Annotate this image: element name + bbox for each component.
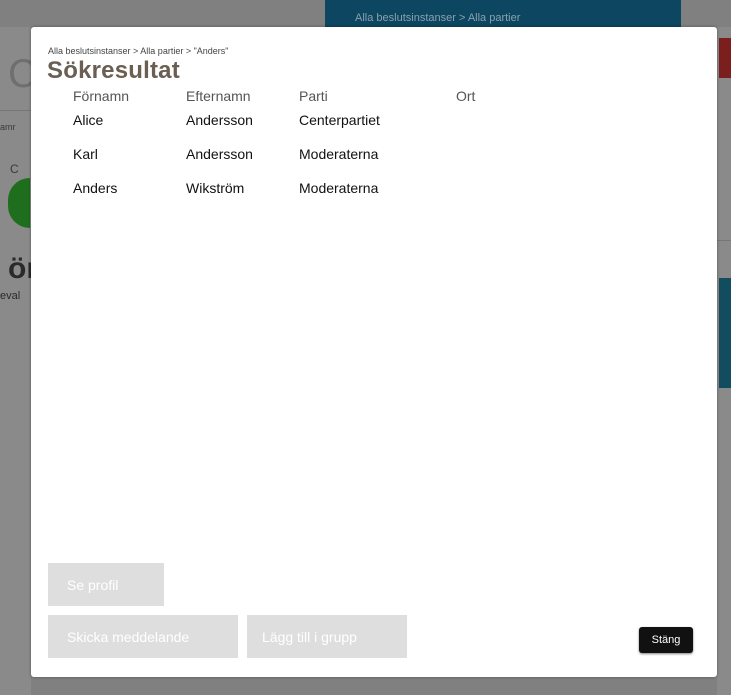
cell-party: Moderaterna [299, 146, 379, 162]
background-divider [717, 240, 731, 241]
background-fragment: C [10, 162, 19, 176]
add-to-group-button[interactable]: Lägg till i grupp [247, 615, 407, 658]
column-header-lastname: Efternamn [186, 88, 251, 104]
cell-lastname: Wikström [186, 180, 245, 196]
search-results-modal: Alla beslutsinstanser > Alla partier > "… [31, 27, 717, 677]
background-red-block [719, 38, 731, 78]
send-message-button[interactable]: Skicka meddelande [48, 615, 238, 658]
background-teal-block [719, 278, 731, 388]
column-header-city: Ort [456, 88, 476, 104]
page-title: Sökresultat [47, 57, 180, 84]
cell-lastname: Andersson [186, 146, 253, 162]
background-breadcrumb: Alla beslutsinstanser > Alla partier [355, 12, 521, 24]
background-fragment: eval [0, 290, 21, 302]
breadcrumb: Alla beslutsinstanser > Alla partier > "… [48, 46, 229, 56]
cell-party: Moderaterna [299, 180, 379, 196]
background-topbar: Alla beslutsinstanser > Alla partier [325, 0, 681, 27]
column-header-firstname: Förnamn [73, 88, 130, 104]
cell-party: Centerpartiet [299, 112, 380, 128]
cell-firstname: Anders [73, 180, 118, 196]
cell-lastname: Andersson [186, 112, 253, 128]
table-row[interactable]: Karl Andersson Moderaterna [47, 146, 547, 176]
view-profile-button[interactable]: Se profil [48, 563, 164, 606]
close-button[interactable]: Stäng [639, 627, 693, 653]
background-divider [0, 110, 31, 111]
column-header-party: Parti [299, 88, 328, 104]
cell-firstname: Alice [73, 112, 104, 128]
table-row[interactable]: Alice Andersson Centerpartiet [47, 112, 547, 142]
table-row[interactable]: Anders Wikström Moderaterna [47, 180, 547, 210]
background-fragment: amr [0, 122, 16, 132]
cell-firstname: Karl [73, 146, 98, 162]
